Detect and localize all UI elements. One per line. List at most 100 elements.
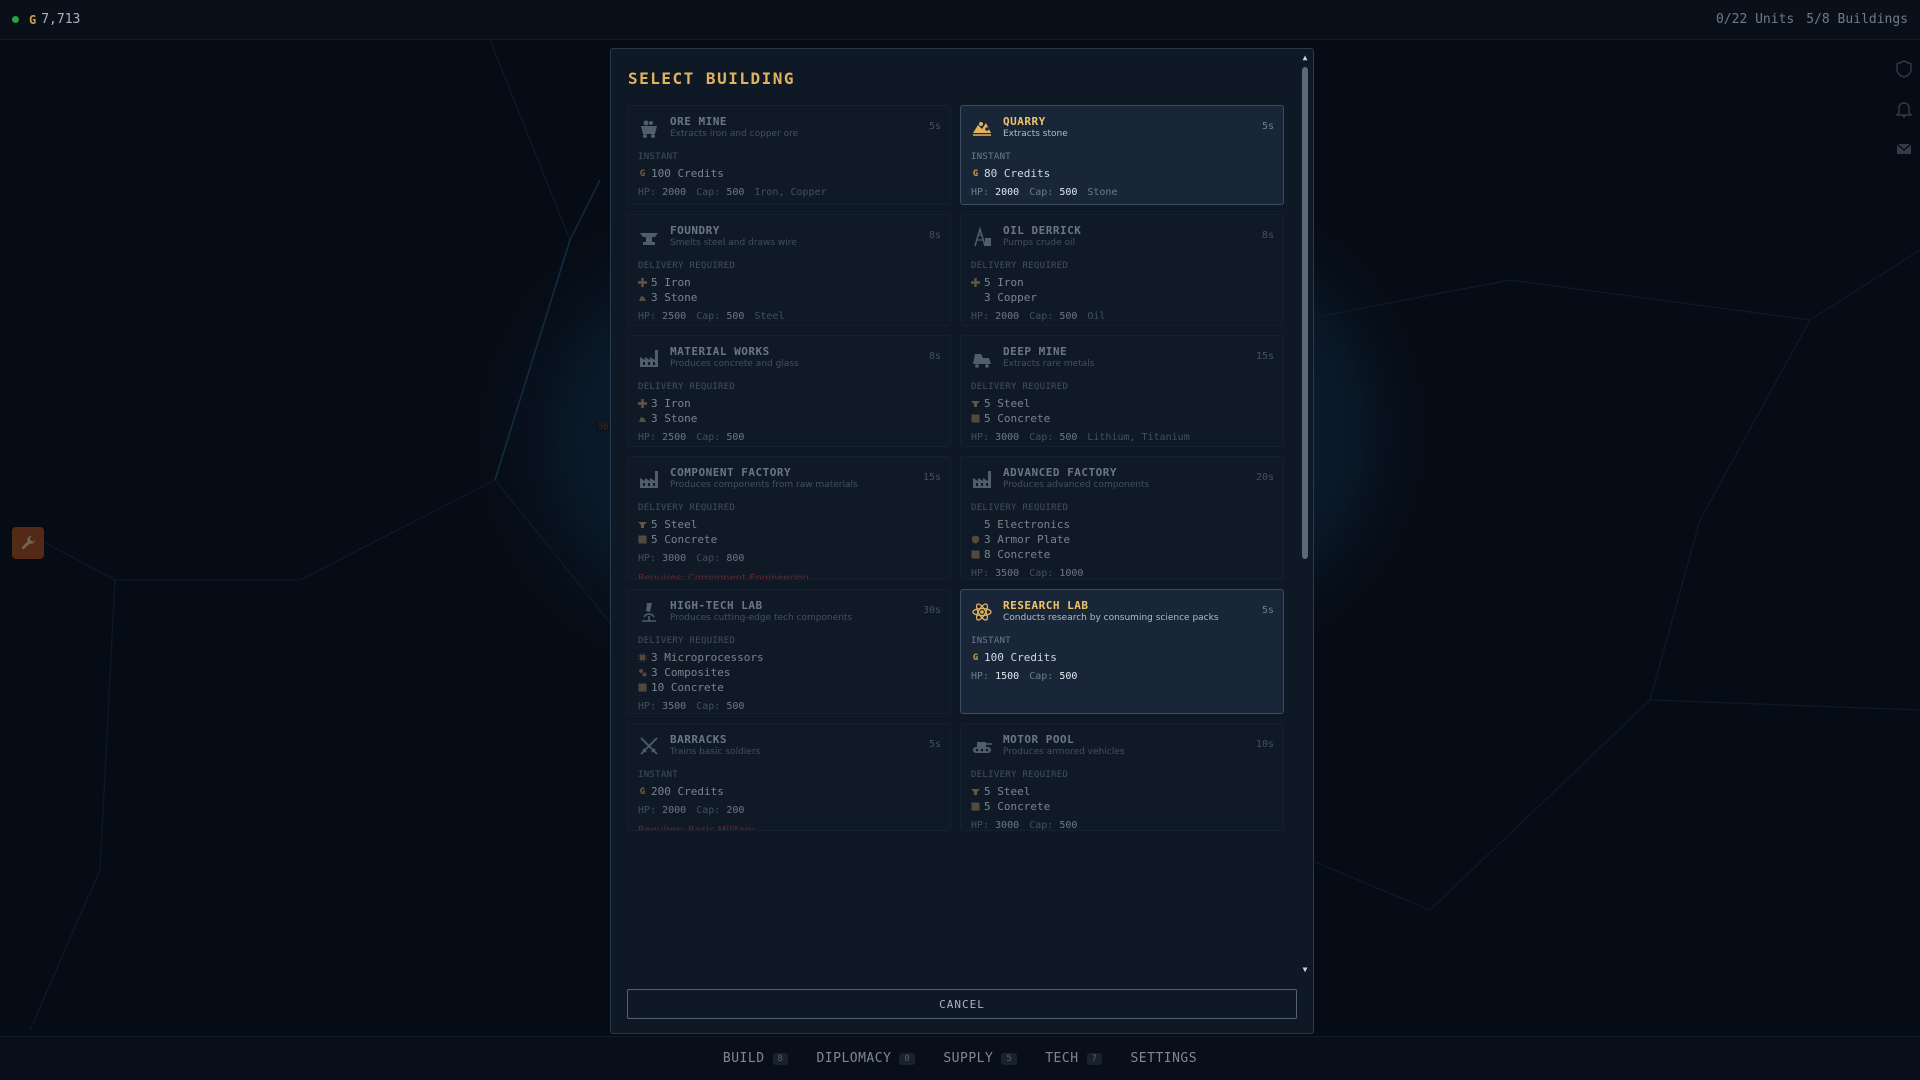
- building-card-high-tech-lab[interactable]: HIGH-TECH LAB Produces cutting-edge tech …: [627, 589, 951, 714]
- cap-value: 500: [1059, 432, 1078, 443]
- building-name: RESEARCH LAB: [1003, 599, 1089, 612]
- quarry-icon: [971, 117, 993, 139]
- tab-build-label: BUILD: [722, 1051, 765, 1066]
- hp-value: 3000: [995, 820, 1020, 831]
- building-details: DELIVERY REQUIRED 5 Iron 3 Copper HP: 2000 C…: [971, 261, 1273, 325]
- produces-list: Iron, Copper: [754, 187, 827, 198]
- scroll-track[interactable]: [1302, 67, 1308, 959]
- tab-tech[interactable]: TECH 7: [1045, 1051, 1103, 1066]
- hp-value: 3000: [995, 432, 1020, 443]
- cap-stat: Cap: 1000: [1029, 568, 1083, 579]
- building-card-component-factory[interactable]: COMPONENT FACTORY Produces components fro…: [627, 456, 951, 580]
- cap-value: 500: [1059, 311, 1078, 322]
- hp-value: 2000: [995, 187, 1020, 198]
- scroll-down-icon[interactable]: ▼: [1299, 963, 1311, 975]
- cost-text: 3 Microprocessors: [651, 651, 764, 664]
- building-stats: HP: 3000 Cap: 800: [638, 553, 940, 564]
- cap-value: 500: [726, 187, 745, 198]
- resource-icon: [971, 293, 980, 302]
- build-time: 30s: [922, 605, 941, 616]
- cost-line: G 100 Credits: [971, 650, 1273, 665]
- building-card-advanced-factory[interactable]: ADVANCED FACTORY Produces advanced compon…: [960, 456, 1284, 580]
- concrete-icon: [638, 535, 647, 544]
- resource-summary: G 7,713: [12, 12, 80, 27]
- tab-supply[interactable]: SUPPLY 5: [943, 1051, 1018, 1066]
- cost-text: 5 Concrete: [984, 800, 1051, 813]
- building-details: DELIVERY REQUIRED 5 Steel 5 Concrete HP: 30…: [638, 503, 940, 579]
- tab-supply-label: SUPPLY: [943, 1051, 994, 1066]
- cost-line: 5 Concrete: [638, 532, 940, 547]
- cost-line: 5 Steel: [638, 517, 940, 532]
- cancel-button[interactable]: CANCEL: [627, 989, 1297, 1019]
- building-list[interactable]: ORE MINE Extracts iron and copper ore 5s IN…: [627, 105, 1293, 975]
- produces-list: Stone: [1087, 187, 1118, 198]
- cost-line: 10 Concrete: [638, 680, 940, 695]
- hp-value: 3000: [662, 553, 687, 564]
- modal-scrollbar[interactable]: ▲ ▼: [1299, 51, 1311, 975]
- delivery-mode: INSTANT: [638, 152, 679, 162]
- scroll-thumb[interactable]: [1302, 67, 1308, 559]
- hp-label: HP:: [971, 311, 990, 322]
- produces-list: Oil: [1087, 311, 1106, 322]
- building-name: OIL DERRICK: [1003, 224, 1082, 237]
- building-name: BARRACKS: [670, 733, 727, 746]
- building-card-oil-derrick[interactable]: OIL DERRICK Pumps crude oil 8s DELIVERY REQ…: [960, 214, 1284, 326]
- foundry-icon: [638, 226, 660, 248]
- concrete-icon: [638, 683, 647, 692]
- microprocessor-icon: [638, 653, 647, 662]
- tab-diplomacy-label: DIPLOMACY: [816, 1051, 892, 1066]
- building-card-barracks[interactable]: BARRACKS Trains basic soldiers 5s INSTANT G 2…: [627, 723, 951, 831]
- cap-label: Cap:: [1029, 187, 1054, 198]
- factory-icon: [638, 347, 660, 369]
- cap-value: 800: [726, 553, 745, 564]
- building-details: INSTANT G 100 Credits HP: 1500 Cap: 500: [971, 636, 1273, 682]
- building-card-deep-mine[interactable]: DEEP MINE Extracts rare metals 15s DELIVERY…: [960, 335, 1284, 447]
- hp-value: 3500: [995, 568, 1020, 579]
- crossed-swords-icon: [638, 735, 660, 757]
- cost-line: G 80 Credits: [971, 166, 1273, 181]
- building-description: Produces concrete and glass: [670, 359, 799, 369]
- microscope-icon: [638, 601, 660, 623]
- building-card-quarry[interactable]: QUARRY Extracts stone 5s INSTANT G 80 Credits…: [960, 105, 1284, 205]
- credits-value: 7,713: [41, 12, 81, 27]
- building-card-motor-pool[interactable]: MOTOR POOL Produces armored vehicles 10s DE…: [960, 723, 1284, 831]
- hp-value: 2500: [662, 311, 687, 322]
- cap-label: Cap:: [696, 187, 721, 198]
- cost-text: 5 Iron: [651, 276, 691, 289]
- building-card-research-lab[interactable]: RESEARCH LAB Conducts research by consumi…: [960, 589, 1284, 714]
- building-details: INSTANT G 80 Credits HP: 2000 Cap: 500 Stone: [971, 152, 1273, 198]
- hp-label: HP:: [971, 820, 990, 831]
- factory-icon: [971, 468, 993, 490]
- credits-icon: G: [972, 168, 979, 179]
- cost-line: 5 Steel: [971, 784, 1273, 799]
- tab-diplomacy-count: 0: [899, 1052, 916, 1065]
- hp-label: HP:: [638, 311, 657, 322]
- cost-text: 10 Concrete: [651, 681, 724, 694]
- resource-icon: [971, 520, 980, 529]
- building-stats: HP: 2000 Cap: 500 Iron, Copper: [638, 187, 940, 198]
- building-details: INSTANT G 100 Credits HP: 2000 Cap: 500 Iron,…: [638, 152, 940, 204]
- tab-settings[interactable]: SETTINGS: [1130, 1051, 1197, 1066]
- tab-diplomacy[interactable]: DIPLOMACY 0: [816, 1051, 916, 1066]
- scroll-up-icon[interactable]: ▲: [1299, 51, 1311, 63]
- hp-stat: HP: 2000: [971, 187, 1019, 198]
- iron-icon: [971, 278, 980, 287]
- hp-stat: HP: 3000: [971, 820, 1020, 831]
- delivery-mode: DELIVERY REQUIRED: [971, 503, 1069, 513]
- building-card-material-works[interactable]: MATERIAL WORKS Produces concrete and glas…: [627, 335, 951, 447]
- cost-text: 5 Steel: [651, 518, 698, 531]
- hp-stat: HP: 2500: [638, 311, 686, 322]
- building-card-foundry[interactable]: FOUNDRY Smelts steel and draws wire 8s DELI…: [627, 214, 951, 326]
- buildings-count: 5/8 Buildings: [1806, 12, 1908, 27]
- cap-stat: Cap: 500: [696, 311, 744, 322]
- cap-stat: Cap: 500: [1029, 820, 1077, 830]
- cost-text: 3 Iron: [651, 397, 691, 410]
- hp-stat: HP: 3000: [638, 553, 686, 564]
- building-description: Extracts iron and copper ore: [670, 129, 799, 139]
- building-card-ore-mine[interactable]: ORE MINE Extracts iron and copper ore 5s IN…: [627, 105, 951, 205]
- building-details: DELIVERY REQUIRED 3 Microprocessors 3 Comp…: [638, 636, 940, 713]
- building-description: Produces cutting-edge tech components: [670, 613, 853, 623]
- cost-line: 3 Iron: [638, 396, 940, 411]
- tab-build[interactable]: BUILD 8: [723, 1051, 789, 1066]
- cost-line: 3 Copper: [971, 290, 1273, 305]
